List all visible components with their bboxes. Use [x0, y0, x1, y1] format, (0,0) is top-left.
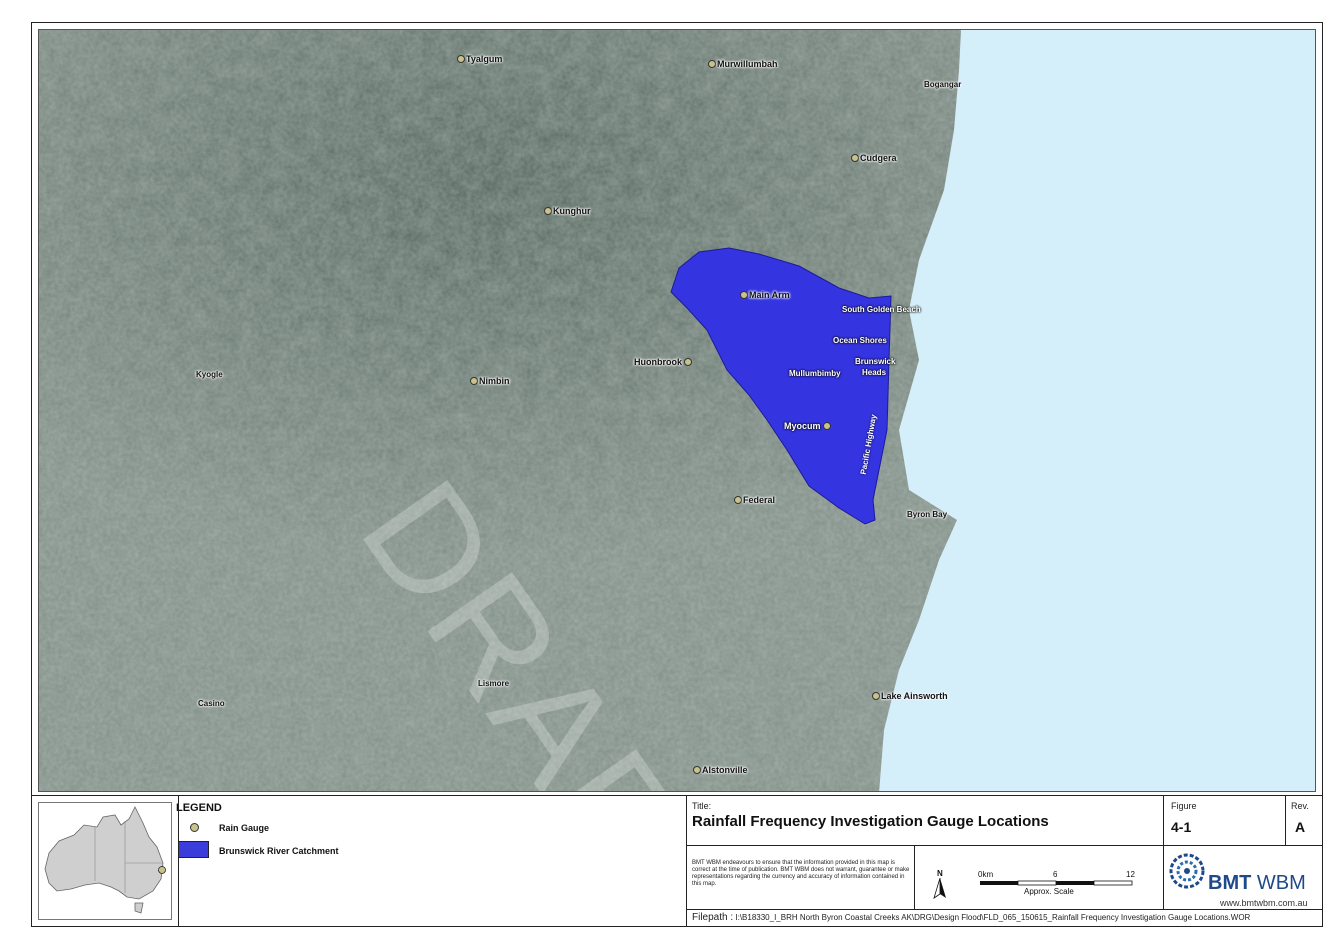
legend-title: LEGEND	[176, 802, 222, 814]
divider	[686, 909, 1323, 910]
place-bogangar: Bogangar	[924, 80, 962, 89]
north-label: N	[937, 869, 943, 878]
locality-inset-map	[38, 802, 172, 920]
scale-tick-12: 12	[1126, 870, 1135, 879]
place-myocum: Myocum	[784, 421, 832, 431]
divider	[1163, 795, 1164, 909]
rain-gauge-icon	[872, 692, 880, 700]
place-kyogle: Kyogle	[196, 370, 223, 379]
place-south-golden-beach: South Golden Beach	[842, 305, 921, 314]
divider	[686, 845, 1323, 846]
place-heads: Heads	[862, 368, 887, 377]
north-arrow-icon	[933, 878, 946, 899]
title-panel	[31, 795, 1323, 927]
divider	[178, 795, 179, 927]
rain-gauge-icon	[708, 60, 716, 68]
rain-gauge-icon	[822, 422, 831, 430]
divider	[1285, 795, 1286, 845]
place-murwillumbah: Murwillumbah	[708, 59, 778, 69]
place-lismore: Lismore	[478, 679, 510, 688]
rain-gauge-icon	[470, 377, 478, 385]
company-logo-text: BMT WBM	[1208, 872, 1306, 894]
title-label: Title:	[692, 801, 712, 811]
place-alstonville: Alstonville	[693, 765, 748, 775]
place-tyalgum: Tyalgum	[457, 54, 502, 64]
company-url: www.bmtwbm.com.au	[1220, 898, 1308, 908]
legend-item-rain-gauge: Rain Gauge	[219, 823, 270, 833]
rain-gauge-icon	[457, 55, 465, 63]
place-byron-bay: Byron Bay	[907, 510, 948, 519]
place-huonbrook: Huonbrook	[634, 357, 693, 367]
scale-tick-0: 0km	[978, 870, 994, 879]
bmt-logo-icon	[1169, 853, 1205, 889]
place-lake-ainsworth: Lake Ainsworth	[872, 691, 948, 701]
map-background	[39, 30, 1315, 791]
rev-label: Rev.	[1291, 801, 1309, 811]
rain-gauge-icon	[734, 496, 742, 504]
divider	[686, 795, 687, 927]
rain-gauge-icon	[740, 291, 748, 299]
map-view[interactable]: DRAFT	[38, 29, 1316, 792]
place-nimbin: Nimbin	[470, 376, 510, 386]
place-cudgera: Cudgera	[851, 153, 897, 163]
rain-gauge-icon	[684, 358, 692, 366]
rain-gauge-icon	[190, 823, 199, 832]
scale-label: Approx. Scale	[1024, 887, 1074, 896]
place-brunswick: Brunswick	[855, 357, 896, 366]
figure-number: 4-1	[1171, 819, 1192, 835]
disclaimer-text: BMT WBM endeavours to ensure that the in…	[692, 860, 910, 887]
place-ocean-shores: Ocean Shores	[833, 336, 887, 345]
map-title: Rainfall Frequency Investigation Gauge L…	[692, 813, 1049, 830]
filepath: Filepath : I:\B18330_I_BRH North Byron C…	[692, 912, 1251, 923]
scale-tick-6: 6	[1053, 870, 1058, 879]
revision-value: A	[1295, 819, 1306, 835]
place-main-arm: Main Arm	[740, 290, 790, 300]
australia-map-icon	[44, 806, 166, 914]
rain-gauge-icon	[851, 154, 859, 162]
divider	[914, 845, 915, 909]
catchment-swatch-icon	[178, 841, 209, 858]
rain-gauge-icon	[693, 766, 701, 774]
place-kunghur: Kunghur	[544, 206, 591, 216]
place-mullumbimby: Mullumbimby	[789, 369, 841, 378]
legend-item-catchment: Brunswick River Catchment	[219, 846, 339, 856]
place-federal: Federal	[734, 495, 775, 505]
rain-gauge-icon	[544, 207, 552, 215]
figure-label: Figure	[1171, 801, 1197, 811]
place-casino: Casino	[198, 699, 225, 708]
